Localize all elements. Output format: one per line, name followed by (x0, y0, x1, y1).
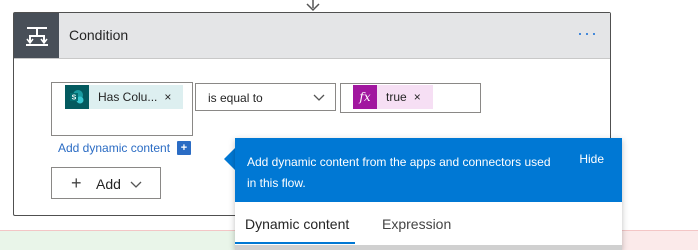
popup-message: Add dynamic content from the apps and co… (247, 155, 551, 190)
hide-button[interactable]: Hide (579, 152, 604, 166)
popup-caret (224, 148, 235, 170)
connector-arrow-icon (306, 0, 320, 12)
popup-header: Add dynamic content from the apps and co… (235, 138, 622, 202)
tab-expression[interactable]: Expression (382, 216, 451, 232)
chevron-down-icon (313, 94, 325, 101)
svg-text:S: S (72, 95, 77, 102)
sharepoint-icon: S (65, 85, 89, 109)
right-token-label: true (386, 90, 407, 104)
chevron-down-icon (130, 181, 142, 188)
popup-content-area (235, 245, 622, 250)
more-options-button[interactable]: ··· (577, 23, 598, 44)
remove-right-token-button[interactable]: × (414, 90, 421, 104)
selected-tab-indicator (235, 242, 355, 244)
plus-icon: + (71, 173, 82, 193)
condition-split-icon (14, 13, 59, 58)
dynamic-content-popup: Add dynamic content from the apps and co… (235, 138, 622, 250)
operator-value: is equal to (208, 91, 263, 105)
left-dynamic-token[interactable]: S Has Colu... × (65, 85, 183, 109)
add-dynamic-content-plus-icon[interactable]: + (177, 141, 191, 155)
add-dynamic-content-link[interactable]: Add dynamic content (58, 141, 170, 155)
expression-fx-icon: fx (353, 85, 377, 109)
tab-dynamic-content[interactable]: Dynamic content (245, 216, 349, 232)
add-button[interactable]: + Add (51, 167, 161, 199)
condition-title: Condition (69, 27, 129, 43)
remove-left-token-button[interactable]: × (164, 90, 171, 104)
operator-dropdown[interactable]: is equal to (195, 83, 336, 111)
add-button-label: Add (96, 176, 121, 192)
right-expression-token[interactable]: fx true × (353, 85, 433, 109)
condition-header[interactable]: Condition ··· (14, 13, 610, 59)
left-token-label: Has Colu... (98, 90, 158, 104)
